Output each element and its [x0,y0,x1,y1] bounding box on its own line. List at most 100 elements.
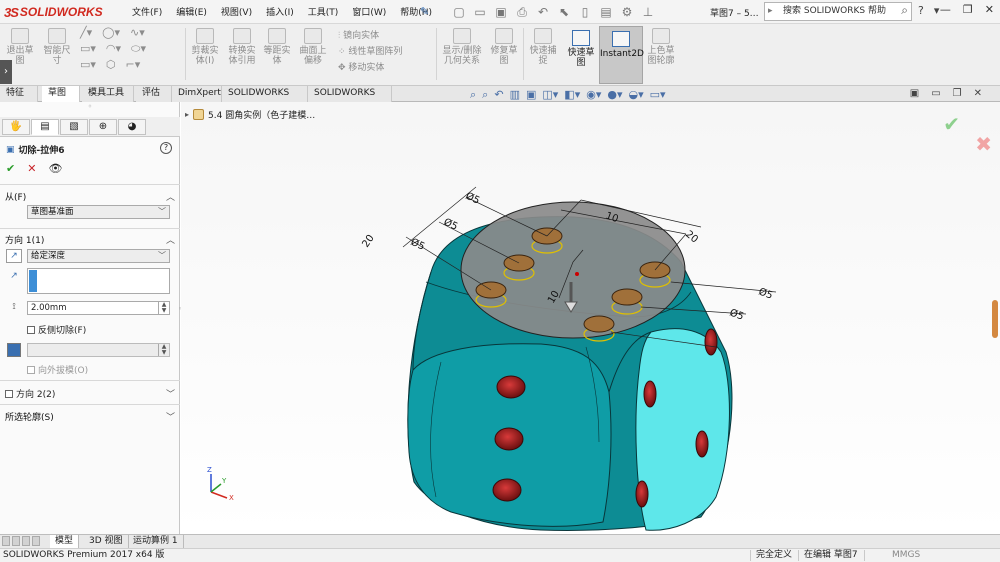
reverse-direction-icon[interactable]: ↗ [6,249,22,263]
quick-snaps-button[interactable]: 快速捕 捉 [527,28,559,66]
direction1-group-header[interactable]: 方向 1(1) [5,233,44,246]
edit-appearance-icon[interactable]: ●▾ [607,88,622,102]
mirror-entities-button[interactable]: ⫶ 镜向实体 [338,28,418,44]
display-relations-button[interactable]: 显示/删除 几何关系 [440,28,484,66]
options-icon[interactable]: ⚙ [618,3,636,21]
file-properties-icon[interactable]: ▤ [597,3,615,21]
next-tab-icon[interactable] [22,536,30,546]
solidworks-logo[interactable]: 3S SOLIDWORKS [4,4,103,20]
dim-diameter-3[interactable]: Ø5 [409,236,427,253]
smart-dimension-button[interactable]: 智能尺 寸 [40,28,74,66]
from-group-header[interactable]: 从(F) [5,190,26,203]
rectangle-icon[interactable]: ▭▾ [80,43,96,54]
viewport-minimize-icon[interactable]: ▭ [931,88,940,99]
previous-tab-icon[interactable] [12,536,20,546]
expand-ribbon-handle[interactable]: › [0,60,12,84]
dynamic-annotation-icon[interactable]: ▣ [526,88,536,102]
help-icon[interactable]: ? [160,142,172,154]
expand-chevron-icon[interactable]: ﹀ [166,387,175,400]
ok-icon[interactable]: ✔ [6,162,15,175]
fillet-icon[interactable]: ⌐▾ [126,59,141,70]
linear-pattern-button[interactable]: ⁘ 线性草图阵列 [338,44,418,60]
dim-linear-20-left[interactable]: 20 [360,233,376,250]
ellipse-icon[interactable]: ⬭▾ [131,43,146,54]
unit-system[interactable]: MMGS [892,549,920,562]
search-icon[interactable]: ⌕ [901,2,908,19]
tab-motion-study[interactable]: 运动算例 1 [128,535,184,548]
select-icon[interactable]: ⬉ [555,3,573,21]
spinner-icon[interactable]: ▲ ▼ [158,302,169,314]
menu-file[interactable]: 文件(F) [132,5,162,18]
tab-evaluate[interactable]: 评估 [136,86,172,102]
scene-icon[interactable]: ◒▾ [628,88,643,102]
help-dropdown-icon[interactable]: ▾ [934,4,940,17]
flip-side-to-cut-checkbox[interactable]: 反侧切除(F) [27,323,86,336]
circle-icon[interactable]: ◯▾ [102,27,120,38]
from-select[interactable]: 草图基准面 ﹀ [27,205,170,219]
repair-sketch-button[interactable]: 修复草 图 [488,28,520,66]
minimize-button[interactable]: — [940,3,951,16]
dim-linear-20-right[interactable]: 20 [683,229,700,246]
tab-dimxpert[interactable]: DimXpert [172,86,222,102]
search-options-icon[interactable]: ▸ [768,3,773,20]
cancel-icon[interactable]: ✕ [27,162,36,175]
first-tab-icon[interactable] [2,536,10,546]
menu-window[interactable]: 窗口(W) [352,5,386,18]
restore-button[interactable]: ❐ [963,3,973,16]
collapse-chevron-icon[interactable]: ︿ [166,190,175,203]
draft-angle-input[interactable]: ▲ ▼ [27,343,170,357]
tab-features[interactable]: 特征 [0,86,38,102]
viewport-restore-icon[interactable]: ❐ [953,88,962,99]
viewport-tile-icon[interactable]: ▣ [910,88,919,99]
dimxpert-manager-tab-icon[interactable]: ⊕ [89,119,117,135]
move-entities-button[interactable]: ✥ 移动实体 [338,60,418,76]
rapid-sketch-button[interactable]: 快速草 图 [563,26,599,84]
menu-view[interactable]: 视图(V) [221,5,252,18]
view-orientation-icon[interactable]: ◫▾ [542,88,558,102]
offset-entities-button[interactable]: 等距实 体 [261,28,293,66]
zoom-to-fit-icon[interactable]: ⌕ [470,88,476,102]
previous-view-icon[interactable]: ↶ [494,88,503,102]
dim-diameter-4[interactable]: Ø5 [757,286,774,302]
collapse-chevron-icon[interactable]: ︿ [166,233,175,246]
expand-chevron-icon[interactable]: ﹀ [166,410,175,423]
new-file-icon[interactable]: ▢ [450,3,468,21]
zoom-area-icon[interactable]: ⌕ [482,88,488,102]
draft-outward-checkbox[interactable]: 向外拔模(O) [27,363,88,376]
rebuild-icon[interactable]: ▯ [576,3,594,21]
close-button[interactable]: ✕ [985,3,994,16]
direction2-group-header[interactable]: 方向 2(2) [5,387,55,400]
draft-toggle-icon[interactable] [7,343,21,357]
save-icon[interactable]: ▣ [492,3,510,21]
menu-insert[interactable]: 插入(I) [266,5,294,18]
end-condition-select[interactable]: 给定深度 ﹀ [27,249,170,263]
instant2d-button[interactable]: Instant2D [599,26,644,84]
section-view-icon[interactable]: ▥ [510,88,520,102]
last-tab-icon[interactable] [32,536,40,546]
display-style-icon[interactable]: ◧▾ [564,88,580,102]
help-search-input[interactable]: ▸ 搜索 SOLIDWORKS 帮助 ⌕ [764,2,912,21]
tab-3d-views[interactable]: 3D 视图 [84,535,129,548]
selected-contours-header[interactable]: 所选轮廓(S) [5,410,54,423]
view-settings-icon[interactable]: ▭▾ [650,88,666,102]
dim-diameter-5[interactable]: Ø5 [728,307,745,323]
shaded-sketch-contours-button[interactable]: 上色草 图轮廓 [644,28,678,66]
line-icon[interactable]: ╱▾ [80,27,92,38]
dim-diameter-2[interactable]: Ø5 [442,216,460,233]
graphics-area[interactable]: ▸ 5.4 圆角实例（色子建模… ✔ ✖ Ø5 Ø5 Ø5 10 20 20 1… [181,102,1000,534]
tab-mold-tools[interactable]: 模具工具 [82,86,134,102]
panel-grip[interactable]: ◦ [0,102,180,116]
convert-entities-button[interactable]: 转换实 体引用 [225,28,259,66]
pin-icon[interactable]: ✎ [420,5,429,18]
tab-solidworks-mbd[interactable]: SOLIDWORKS MBD [308,86,392,113]
arc-icon[interactable]: ◠▾ [106,43,121,54]
direction-vector-field[interactable] [27,268,170,294]
axis-icon[interactable]: ⊥ [639,3,657,21]
spline-icon[interactable]: ∿▾ [130,27,145,38]
hide-show-icon[interactable]: ◉▾ [586,88,601,102]
tab-model[interactable]: 模型 [50,535,80,548]
preview-eye-icon[interactable]: 👁 [48,162,62,175]
property-manager-tab-icon[interactable]: ▤ [31,119,59,135]
menu-edit[interactable]: 编辑(E) [176,5,207,18]
polygon-icon[interactable]: ⬡ [106,59,116,70]
